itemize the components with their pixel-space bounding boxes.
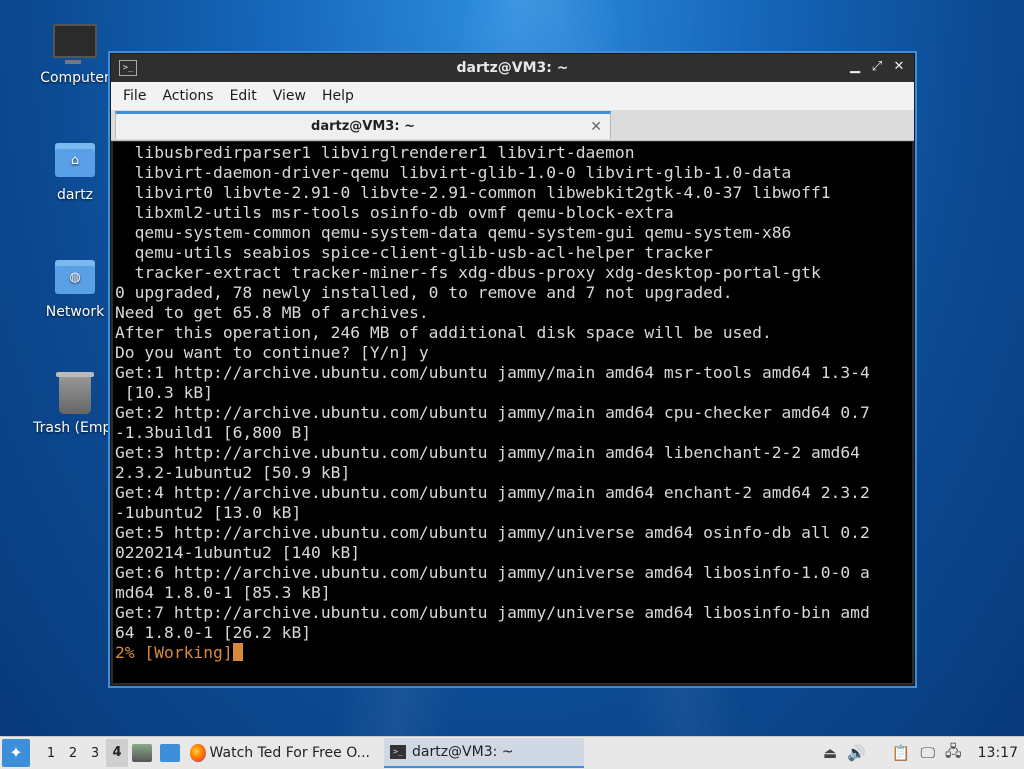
- computer-icon: [53, 24, 97, 64]
- terminal-line: Get:4 http://archive.ubuntu.com/ubuntu j…: [115, 483, 870, 502]
- terminal-line: Get:7 http://archive.ubuntu.com/ubuntu j…: [115, 603, 870, 622]
- system-tray: ⏏ 🔊 📋 🖵 🖧 13:17: [823, 737, 1024, 769]
- terminal-line: libxml2-utils msr-tools osinfo-db ovmf q…: [115, 203, 674, 222]
- workspace-2[interactable]: 2: [62, 746, 84, 761]
- show-desktop-icon[interactable]: [160, 744, 180, 762]
- terminal-line: -1ubuntu2 [13.0 kB]: [115, 503, 302, 522]
- terminal-line: 64 1.8.0-1 [26.2 kB]: [115, 623, 312, 642]
- workspace-4[interactable]: 4: [106, 739, 128, 767]
- terminal-line: [10.3 kB]: [115, 383, 214, 402]
- display-icon[interactable]: 🖵: [920, 744, 934, 762]
- clipboard-icon[interactable]: 📋: [892, 744, 911, 762]
- terminal-line: 0220214-1ubuntu2 [140 kB]: [115, 543, 361, 562]
- menu-actions[interactable]: Actions: [154, 88, 221, 104]
- progress-status: 2% [Working]: [115, 643, 233, 662]
- terminal-line: Get:5 http://archive.ubuntu.com/ubuntu j…: [115, 523, 870, 542]
- window-title: dartz@VM3: ~: [456, 60, 569, 76]
- workspace-1[interactable]: 1: [40, 746, 62, 761]
- menu-help[interactable]: Help: [314, 88, 362, 104]
- terminal-line: Get:2 http://archive.ubuntu.com/ubuntu j…: [115, 403, 870, 422]
- update-notifier-icon[interactable]: ⏏: [823, 744, 837, 762]
- start-menu-button[interactable]: ✦: [2, 739, 30, 767]
- clock[interactable]: 13:17: [978, 745, 1018, 761]
- task-firefox[interactable]: Watch Ted For Free O...: [184, 738, 376, 768]
- task-label: dartz@VM3: ~: [412, 744, 514, 760]
- terminal-line: 2.3.2-1ubuntu2 [50.9 kB]: [115, 463, 351, 482]
- terminal-line: 0 upgraded, 78 newly installed, 0 to rem…: [115, 283, 733, 302]
- terminal-output[interactable]: libusbredirparser1 libvirglrenderer1 lib…: [113, 142, 912, 683]
- menu-bar: File Actions Edit View Help: [111, 82, 914, 110]
- terminal-line: After this operation, 246 MB of addition…: [115, 323, 772, 342]
- terminal-line: Need to get 65.8 MB of archives.: [115, 303, 429, 322]
- close-button[interactable]: ✕: [892, 59, 906, 75]
- workspace-3[interactable]: 3: [84, 746, 106, 761]
- trash-icon: [56, 372, 94, 414]
- terminal-line: tracker-extract tracker-miner-fs xdg-dbu…: [115, 263, 821, 282]
- file-manager-icon[interactable]: [132, 744, 152, 762]
- tab-label: dartz@VM3: ~: [311, 119, 415, 134]
- terminal-line: qemu-utils seabios spice-client-glib-usb…: [115, 243, 713, 262]
- tab-close-icon[interactable]: ✕: [590, 114, 602, 140]
- maximize-button[interactable]: ⤢: [870, 59, 884, 75]
- taskbar: ✦ 1 2 3 4 Watch Ted For Free O... >_ dar…: [0, 736, 1024, 769]
- firefox-icon: [190, 744, 206, 762]
- terminal-line: md64 1.8.0-1 [85.3 kB]: [115, 583, 331, 602]
- menu-edit[interactable]: Edit: [222, 88, 265, 104]
- network-status-icon[interactable]: 🖧: [945, 741, 962, 766]
- menu-file[interactable]: File: [115, 88, 154, 104]
- terminal-line: Get:1 http://archive.ubuntu.com/ubuntu j…: [115, 363, 870, 382]
- terminal-line: libvirt0 libvte-2.91-0 libvte-2.91-commo…: [115, 183, 831, 202]
- terminal-line: libusbredirparser1 libvirglrenderer1 lib…: [115, 143, 635, 162]
- terminal-line: libvirt-daemon-driver-qemu libvirt-glib-…: [115, 163, 792, 182]
- volume-icon[interactable]: 🔊: [847, 744, 866, 762]
- terminal-icon: >_: [390, 745, 406, 759]
- terminal-line: qemu-system-common qemu-system-data qemu…: [115, 223, 792, 242]
- terminal-text: libusbredirparser1 libvirglrenderer1 lib…: [115, 143, 912, 643]
- task-terminal[interactable]: >_ dartz@VM3: ~: [384, 738, 584, 768]
- window-titlebar[interactable]: >_ dartz@VM3: ~ ▁ ⤢ ✕: [111, 54, 914, 82]
- tab-terminal[interactable]: dartz@VM3: ~ ✕: [115, 111, 611, 139]
- menu-view[interactable]: View: [265, 88, 314, 104]
- tab-bar: dartz@VM3: ~ ✕: [111, 110, 914, 141]
- terminal-line: -1.3build1 [6,800 B]: [115, 423, 312, 442]
- terminal-cursor: [232, 643, 243, 661]
- terminal-line: Get:6 http://archive.ubuntu.com/ubuntu j…: [115, 563, 870, 582]
- task-label: Watch Ted For Free O...: [209, 745, 370, 761]
- minimize-button[interactable]: ▁: [848, 59, 862, 75]
- home-folder-icon: ⌂: [55, 143, 95, 177]
- terminal-line: Get:3 http://archive.ubuntu.com/ubuntu j…: [115, 443, 860, 462]
- network-folder-icon: ◍: [55, 260, 95, 294]
- terminal-line: Do you want to continue? [Y/n] y: [115, 343, 429, 362]
- terminal-window[interactable]: >_ dartz@VM3: ~ ▁ ⤢ ✕ File Actions Edit …: [110, 53, 915, 686]
